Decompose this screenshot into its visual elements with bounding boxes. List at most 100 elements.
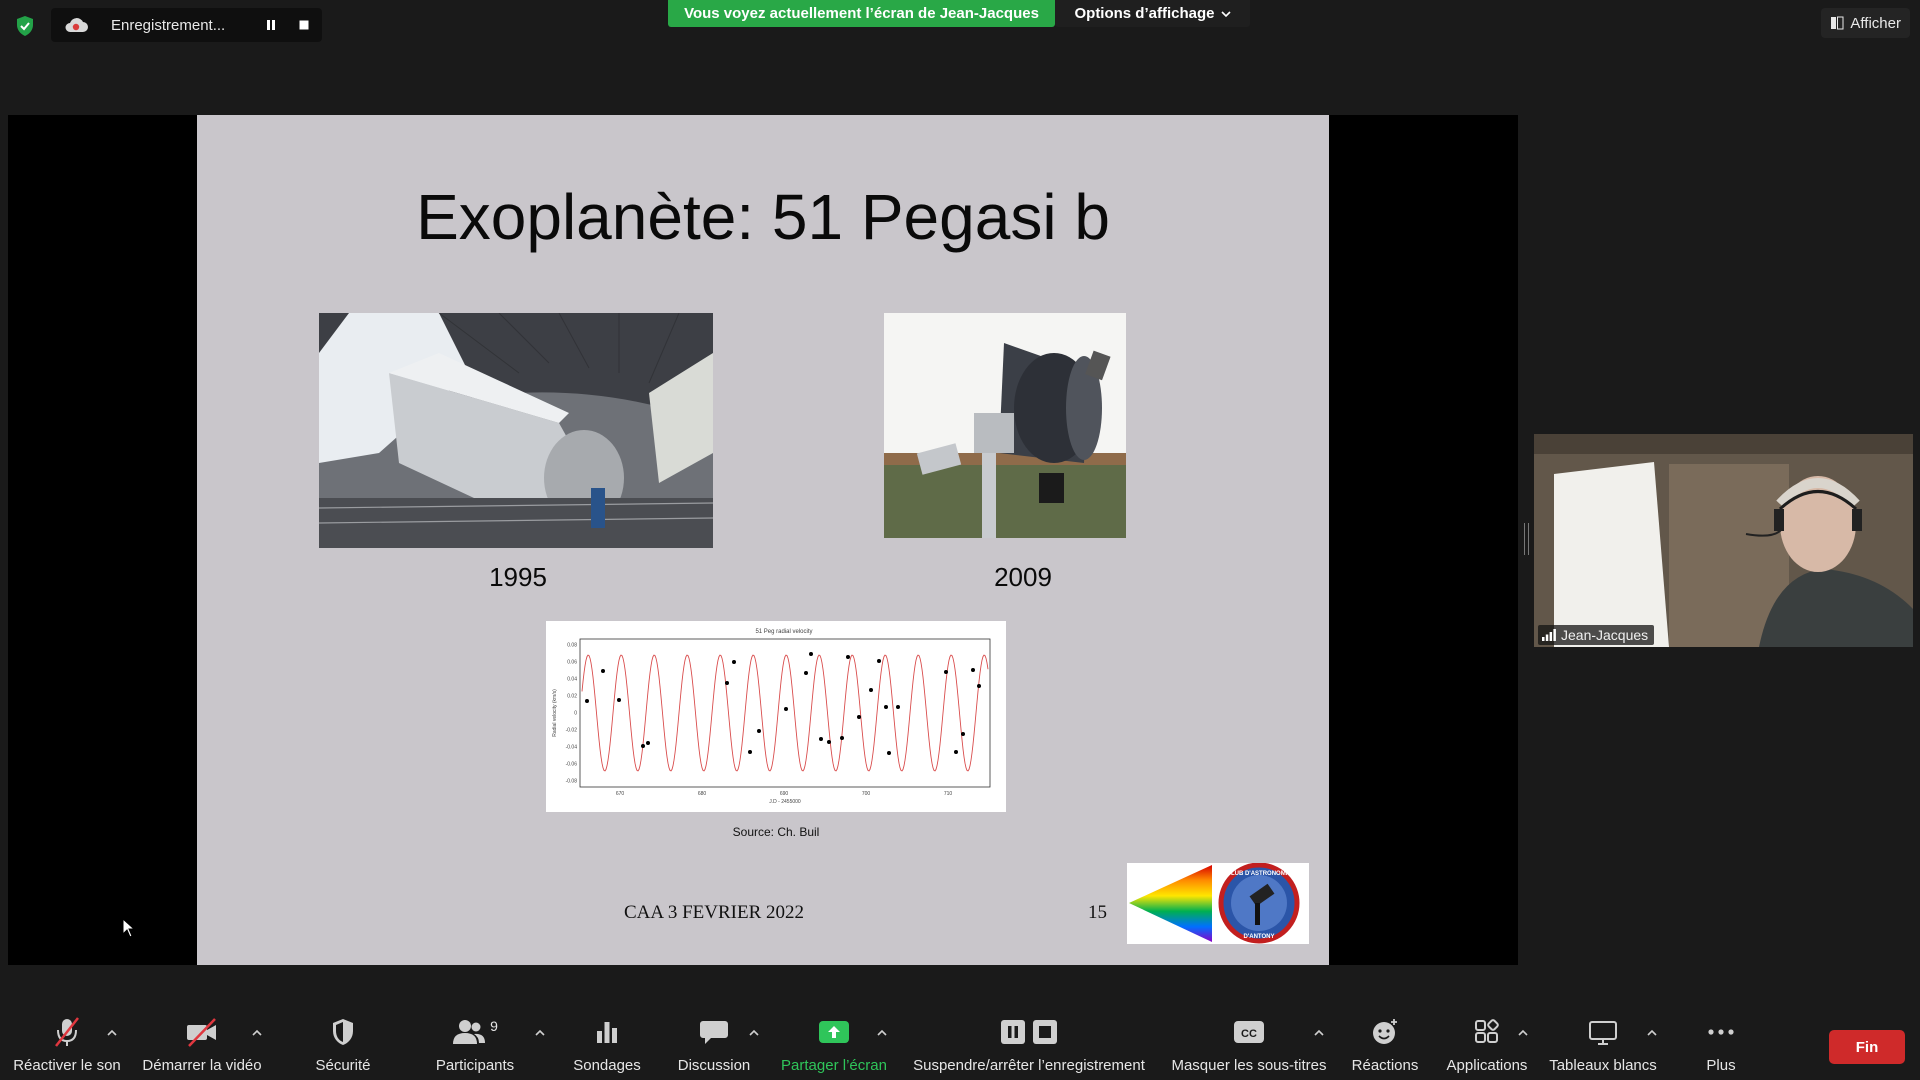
plot-y-tick: -0.04 [566, 745, 578, 751]
plot-data-point [827, 740, 831, 744]
participants-options-caret-icon[interactable] [534, 1028, 546, 1038]
recording-indicator: Enregistrement... [51, 8, 322, 42]
view-options-label: Options d’affichage [1074, 5, 1215, 22]
plot-data-point [846, 655, 850, 659]
security-label: Sécurité [315, 1057, 371, 1074]
hide-captions-label: Masquer les sous-titres [1171, 1057, 1327, 1074]
shield-icon [333, 1019, 353, 1045]
share-options-caret-icon[interactable] [876, 1028, 888, 1038]
pause-stop-recording-button[interactable]: Suspendre/arrêter l’enregistrement [906, 1016, 1152, 1080]
plot-x-tick: 670 [616, 791, 625, 797]
plot-data-point [617, 698, 621, 702]
pause-icon [267, 20, 275, 30]
radial-velocity-plot: 51 Peg radial velocity 0.08 0.06 0.04 0.02 0… [546, 621, 1006, 812]
plot-x-label: J.D - 2455000 [769, 799, 801, 805]
plot-data-point [877, 659, 881, 663]
pause-stop-icon [1001, 1020, 1057, 1044]
slide-title: Exoplanète: 51 Pegasi b [416, 181, 1110, 253]
unmute-label: Réactiver le son [13, 1057, 121, 1074]
plot-data-point [857, 715, 861, 719]
share-screen-icon [819, 1021, 849, 1043]
pause-recording-button[interactable] [259, 13, 283, 37]
image-source-caption: Source: Ch. Buil [732, 825, 820, 839]
plot-x-tick: 680 [698, 791, 707, 797]
panel-icon [1831, 16, 1844, 30]
slide-footer: CAA 3 FEVRIER 2022 [624, 902, 804, 923]
apps-icon [1475, 1019, 1499, 1043]
chat-label: Discussion [677, 1057, 751, 1074]
plot-title: 51 Peg radial velocity [755, 629, 812, 635]
show-panel-label: Afficher [1850, 14, 1901, 32]
plot-data-point [585, 699, 589, 703]
plot-data-point [748, 750, 752, 754]
recording-label: Enregistrement... [111, 16, 226, 34]
plot-x-tick: 700 [862, 791, 871, 797]
plot-data-point [887, 751, 891, 755]
emoji-reaction-icon [1373, 1019, 1397, 1044]
security-button[interactable]: Sécurité [306, 1016, 380, 1080]
year-1995-caption: 1995 [489, 562, 547, 592]
participants-label: Participants [435, 1057, 515, 1074]
plot-y-label: Radial velocity (km/s) [552, 689, 558, 737]
audio-options-caret-icon[interactable] [106, 1028, 118, 1038]
club-astronomy-logo: CLUB D'ASTRONOMIE D'ANTONY [1127, 863, 1309, 944]
view-options-button[interactable]: Options d’affichage [1055, 0, 1250, 27]
presentation-slide: Exoplanète: 51 Pegasi b 1995 2009 51 Peg… [197, 115, 1329, 965]
plot-data-point [641, 744, 645, 748]
plot-data-point [869, 688, 873, 692]
slide-page-number: 15 [1088, 902, 1107, 923]
plot-y-tick: 0.04 [567, 677, 577, 683]
more-button[interactable]: Plus [1686, 1016, 1756, 1080]
plot-y-tick: 0.02 [567, 694, 577, 700]
chevron-down-icon [1220, 10, 1231, 17]
plot-data-point [809, 652, 813, 656]
plot-data-point [944, 670, 948, 674]
hide-captions-button[interactable]: CC Masquer les sous-titres [1166, 1016, 1332, 1080]
video-options-caret-icon[interactable] [251, 1028, 263, 1038]
meeting-toolbar: Réactiver le son Démarrer la vidéo Sécur… [0, 1004, 1920, 1080]
whiteboard-icon [1589, 1021, 1617, 1045]
plot-y-tick: -0.08 [566, 779, 578, 785]
bar-chart-icon [597, 1022, 617, 1043]
plot-data-point [840, 736, 844, 740]
security-shield-icon[interactable] [13, 14, 37, 38]
plot-data-point [954, 750, 958, 754]
stop-recording-button[interactable] [292, 13, 316, 37]
pause-stop-recording-label: Suspendre/arrêter l’enregistrement [913, 1057, 1145, 1074]
participant-video-feed [1534, 434, 1913, 647]
logo-text-bottom: D'ANTONY [1244, 934, 1275, 940]
plot-y-tick: -0.06 [566, 762, 578, 768]
whiteboards-options-caret-icon[interactable] [1646, 1028, 1658, 1038]
whiteboards-button[interactable]: Tableaux blancs [1546, 1016, 1660, 1080]
chat-bubble-icon [700, 1021, 728, 1044]
chat-options-caret-icon[interactable] [748, 1028, 760, 1038]
signal-strength-icon [1542, 629, 1556, 641]
end-meeting-button[interactable]: Fin [1829, 1030, 1905, 1064]
participants-button[interactable]: 9 Participants [428, 1016, 522, 1080]
logo-text-top: CLUB D'ASTRONOMIE [1227, 871, 1292, 877]
captions-options-caret-icon[interactable] [1313, 1028, 1325, 1038]
participant-name-tag: Jean-Jacques [1538, 625, 1655, 645]
telescope-2009-photo [884, 313, 1126, 538]
show-panel-button[interactable]: Afficher [1821, 8, 1910, 38]
panel-resize-handle[interactable] [1524, 523, 1529, 555]
start-video-button[interactable]: Démarrer la vidéo [138, 1016, 266, 1080]
plot-data-point [784, 707, 788, 711]
cloud-recording-icon [65, 18, 88, 32]
polls-button[interactable]: Sondages [570, 1016, 644, 1080]
plot-y-tick: 0.06 [567, 660, 577, 666]
chat-button[interactable]: Discussion [672, 1016, 756, 1080]
plot-y-tick: 0.08 [567, 643, 577, 649]
telescope-1995-photo [319, 313, 713, 548]
share-screen-button[interactable]: Partager l’écran [776, 1016, 892, 1080]
reactions-button[interactable]: Réactions [1350, 1016, 1420, 1080]
participant-video-tile[interactable]: Jean-Jacques [1534, 434, 1913, 647]
apps-button[interactable]: Applications [1440, 1016, 1534, 1080]
microphone-muted-icon [55, 1017, 79, 1047]
unmute-button[interactable]: Réactiver le son [12, 1016, 122, 1080]
whiteboards-label: Tableaux blancs [1549, 1057, 1657, 1074]
plot-data-point [757, 729, 761, 733]
plot-data-point [884, 705, 888, 709]
apps-options-caret-icon[interactable] [1517, 1028, 1529, 1038]
plot-y-tick: -0.02 [566, 728, 578, 734]
